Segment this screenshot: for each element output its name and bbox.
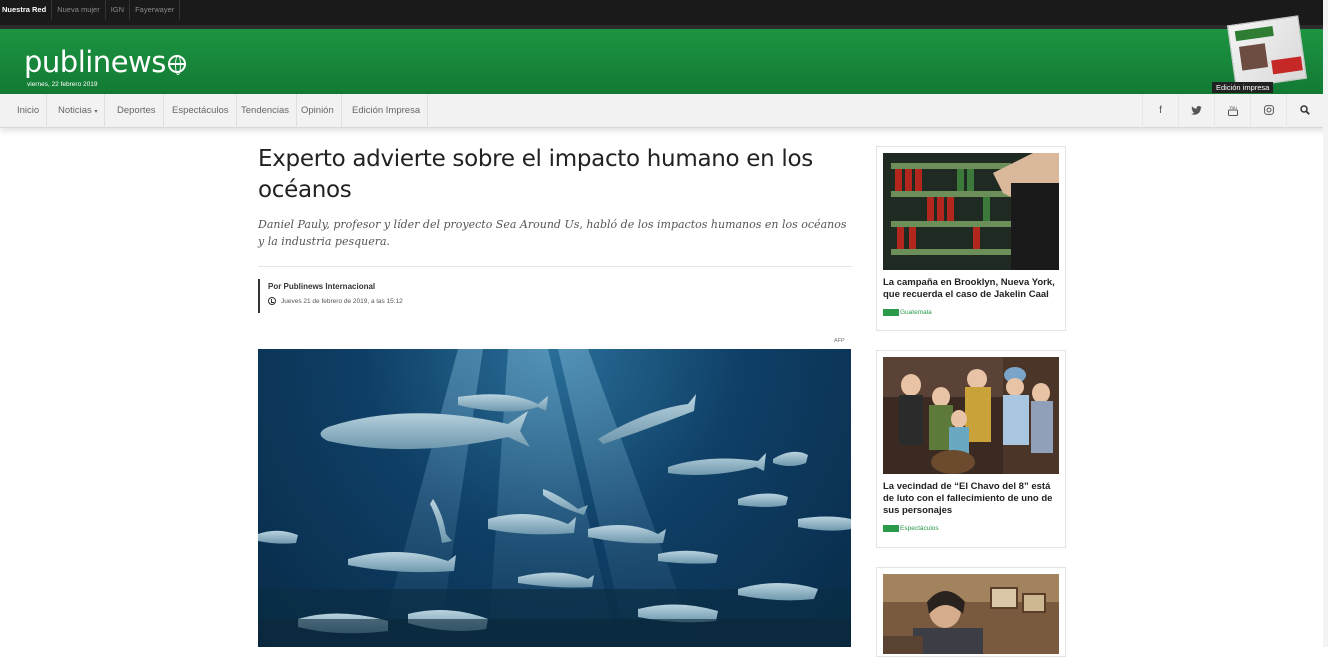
nav-item-noticias-label: Noticias [58,105,92,116]
twitter-icon[interactable] [1178,94,1214,128]
chevron-down-icon: ▾ [94,109,98,115]
card-tag[interactable]: Espectáculos [883,525,939,532]
svg-text:You: You [1229,105,1237,110]
nav-item-noticias[interactable]: Noticias ▾ [51,94,106,128]
youtube-icon[interactable]: You [1214,94,1250,128]
article-subtitle: Daniel Pauly, profesor y líder del proye… [258,218,847,248]
network-bar: Nuestra Red Nueva mujer IGN Fayerwayer [0,0,1328,25]
nav-item-edicion-impresa[interactable]: Edición Impresa [345,94,429,128]
print-edition-label[interactable]: Edición impresa [1212,82,1274,93]
article-divider [258,266,852,267]
network-link-nueva-mujer[interactable]: Nueva mujer [52,0,106,20]
nav-item-espectaculos[interactable]: Espectáculos [165,94,237,128]
print-edition-cover[interactable] [1226,15,1308,89]
page-scroll-edge [1323,0,1328,647]
article-photo [258,349,851,647]
sidebar-card-3[interactable] [876,567,1066,657]
nav-item-tendencias[interactable]: Tendencias [234,94,298,128]
card-image [883,574,1059,654]
card-tag[interactable]: Guatemala [883,309,932,316]
cover-headline [1271,56,1303,75]
cover-masthead [1234,25,1274,42]
network-link-ign[interactable]: IGN [106,0,131,20]
timestamp: Jueves 21 de febrero de 2019, a las 15:1… [281,297,403,305]
tag-marker [883,525,899,532]
nav-item-deportes[interactable]: Deportes [110,94,164,128]
logo-text: publinews [24,45,166,79]
globe-icon [167,55,186,75]
clock-icon [268,297,276,305]
card-tag-label: Espectáculos [900,525,939,533]
sidebar-card-2[interactable]: La vecindad de “El Chavo del 8” está de … [876,350,1066,548]
sidebar-card-1[interactable]: La campaña en Brooklyn, Nueva York, que … [876,146,1066,331]
facebook-icon[interactable]: f [1142,94,1178,128]
card-tag-label: Guatemala [900,309,932,317]
site-logo[interactable]: publinews [24,45,186,79]
nav-item-opinion[interactable]: Opinión [294,94,342,128]
site-header: publinews viernes, 22 febrero 2019 [0,29,1328,94]
tag-marker [883,309,899,316]
byline: Por Publinews Internacional Jueves 21 de… [258,279,403,313]
card-image [883,153,1059,270]
article: Experto advierte sobre el impacto humano… [258,144,852,313]
nav-item-inicio[interactable]: Inicio [10,94,48,128]
timestamp-row: Jueves 21 de febrero de 2019, a las 15:1… [268,297,403,305]
article-title: Experto advierte sobre el impacto humano… [258,146,813,203]
ocean-fish-image [258,349,851,647]
main-nav: Inicio Noticias ▾ Deportes Espectáculos … [0,94,1328,128]
network-link-fayerwayer[interactable]: Fayerwayer [130,0,181,20]
card-title[interactable]: La vecindad de “El Chavo del 8” está de … [883,481,1059,517]
cover-photo [1239,43,1269,71]
header-date: viernes, 22 febrero 2019 [27,81,98,88]
photo-credit: AFP [834,338,845,344]
card-image [883,357,1059,474]
network-label: Nuestra Red [0,0,53,20]
card-title[interactable]: La campaña en Brooklyn, Nueva York, que … [883,277,1059,301]
author[interactable]: Por Publinews Internacional [268,282,403,291]
instagram-icon[interactable] [1250,94,1286,128]
search-icon[interactable] [1286,94,1322,128]
